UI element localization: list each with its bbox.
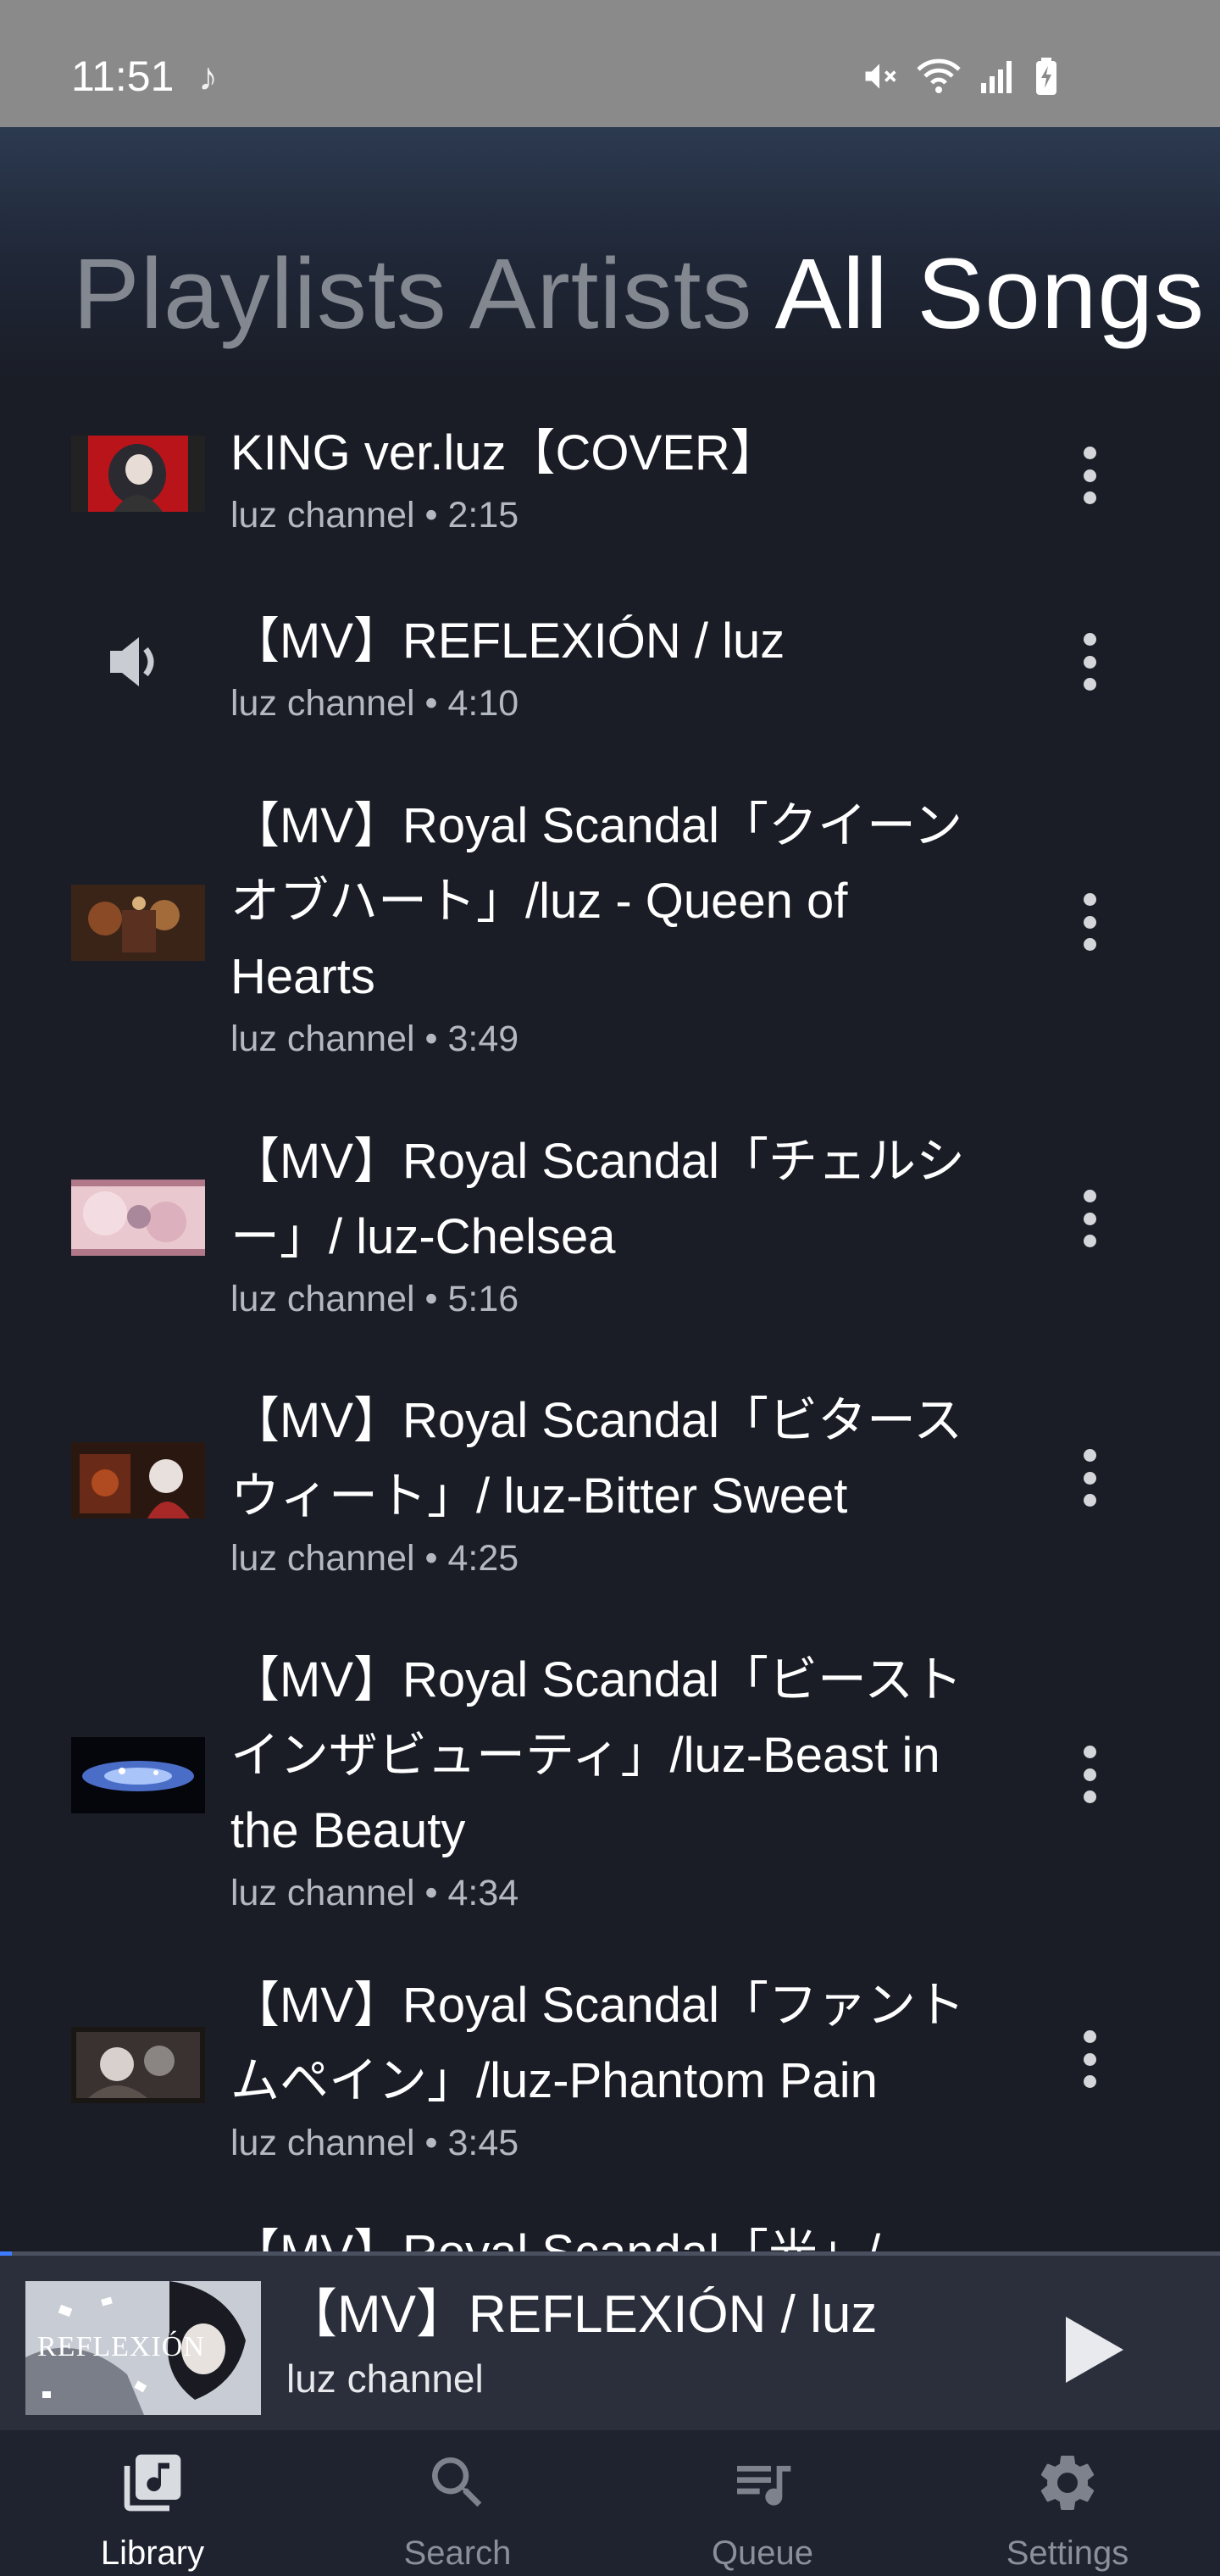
- song-meta: luz channel • 3:49: [230, 1019, 519, 1059]
- more-options-icon[interactable]: [1073, 628, 1106, 696]
- list-item[interactable]: 【MV】Royal Scandal「チェルシー」/ luz-Chelsea lu…: [0, 1090, 1220, 1349]
- nav-label: Search: [403, 2534, 512, 2572]
- nav-label: Settings: [1006, 2534, 1129, 2572]
- song-thumbnail: [71, 1442, 205, 1518]
- signal-icon: [981, 61, 1012, 93]
- song-title: 【MV】Royal Scandal「クイーンオブハート」/luz - Queen…: [230, 798, 963, 1004]
- tab-artists[interactable]: Artists: [469, 239, 753, 349]
- mini-player-title: 【MV】REFLEXIÓN / luz: [285, 2285, 878, 2344]
- battery-charging-icon: [1036, 58, 1056, 95]
- header: Playlists Artists All Songs: [0, 127, 1220, 381]
- more-options-icon[interactable]: [1073, 1185, 1106, 1252]
- list-item[interactable]: 【MV】REFLEXIÓN / luz luz channel • 4:10: [0, 568, 1220, 756]
- nav-search[interactable]: Search: [305, 2430, 610, 2576]
- more-options-icon[interactable]: [1073, 888, 1106, 956]
- play-icon[interactable]: [1061, 2312, 1128, 2388]
- song-meta: luz channel • 2:15: [230, 495, 519, 536]
- nav-library[interactable]: Library: [0, 2430, 305, 2576]
- more-options-icon[interactable]: [1073, 2025, 1106, 2093]
- now-playing-speaker-icon: [71, 624, 205, 700]
- song-title: KING ver.luz【COVER】: [230, 425, 779, 480]
- song-thumbnail: [71, 1737, 205, 1813]
- nav-label: Queue: [711, 2534, 814, 2572]
- song-thumbnail: [71, 436, 205, 512]
- nav-label: Library: [100, 2534, 205, 2572]
- song-title: 【MV】Royal Scandal「チェルシー」/ luz-Chelsea: [230, 1134, 965, 1264]
- more-options-icon[interactable]: [1073, 1740, 1106, 1808]
- bottom-navigation: Library Search Queue Settings: [0, 2430, 1220, 2576]
- more-options-icon[interactable]: [1073, 1444, 1106, 1512]
- nav-settings[interactable]: Settings: [915, 2430, 1220, 2576]
- wifi-icon: [917, 58, 961, 93]
- song-meta: luz channel • 5:16: [230, 1279, 519, 1319]
- mini-player-thumbnail: REFLEXIÓN: [25, 2281, 261, 2415]
- list-item[interactable]: KING ver.luz【COVER】 luz channel • 2:15: [0, 381, 1220, 568]
- mini-thumbnail-text: REFLEXIÓN: [37, 2330, 205, 2362]
- list-item[interactable]: 【MV】Royal Scandal「ビーストインザビューティ」/luz-Beas…: [0, 1608, 1220, 1932]
- tab-all-songs[interactable]: All Songs: [775, 239, 1206, 349]
- song-meta: luz channel • 4:10: [230, 683, 519, 724]
- song-title: 【MV】Royal Scandal「ビタースウィート」/ luz-Bitter …: [230, 1393, 963, 1524]
- song-thumbnail: [71, 885, 205, 961]
- status-time: 11:51: [71, 53, 175, 100]
- mini-player-artist: luz channel: [286, 2357, 484, 2401]
- gear-icon: [1040, 2456, 1095, 2510]
- nav-queue[interactable]: Queue: [610, 2430, 915, 2576]
- music-note-icon: ♪: [198, 54, 218, 98]
- library-music-icon: [124, 2454, 181, 2512]
- mini-player[interactable]: REFLEXIÓN 【MV】REFLEXIÓN / luz luz channe…: [0, 2256, 1220, 2430]
- tab-playlists[interactable]: Playlists: [73, 239, 447, 349]
- song-title: 【MV】Royal Scandal「ファントムペイン」/luz-Phantom …: [230, 1978, 965, 2108]
- song-meta: luz channel • 3:45: [230, 2123, 519, 2163]
- song-list: KING ver.luz【COVER】 luz channel • 2:15 【…: [0, 381, 1220, 2351]
- status-icons: [861, 51, 1059, 102]
- song-meta: luz channel • 4:34: [230, 1873, 519, 1913]
- search-icon: [432, 2457, 482, 2507]
- list-item[interactable]: 【MV】Royal Scandal「クイーンオブハート」/luz - Queen…: [0, 756, 1220, 1090]
- more-options-icon[interactable]: [1073, 441, 1106, 509]
- song-title: 【MV】REFLEXIÓN / luz: [230, 613, 785, 669]
- library-tabs: Playlists Artists All Songs: [73, 239, 1220, 349]
- song-thumbnail: [71, 2027, 205, 2103]
- mute-icon: [865, 64, 896, 89]
- song-title: 【MV】Royal Scandal「ビーストインザビューティ」/luz-Beas…: [230, 1652, 963, 1858]
- queue-music-icon: [737, 2466, 791, 2506]
- list-item[interactable]: 【MV】Royal Scandal「ビタースウィート」/ luz-Bitter …: [0, 1349, 1220, 1608]
- status-bar: 11:51 ♪: [0, 0, 1220, 127]
- song-thumbnail: [71, 1180, 205, 1256]
- list-item[interactable]: 【MV】Royal Scandal「ファントムペイン」/luz-Phantom …: [0, 1932, 1220, 2181]
- song-meta: luz channel • 4:25: [230, 1538, 519, 1579]
